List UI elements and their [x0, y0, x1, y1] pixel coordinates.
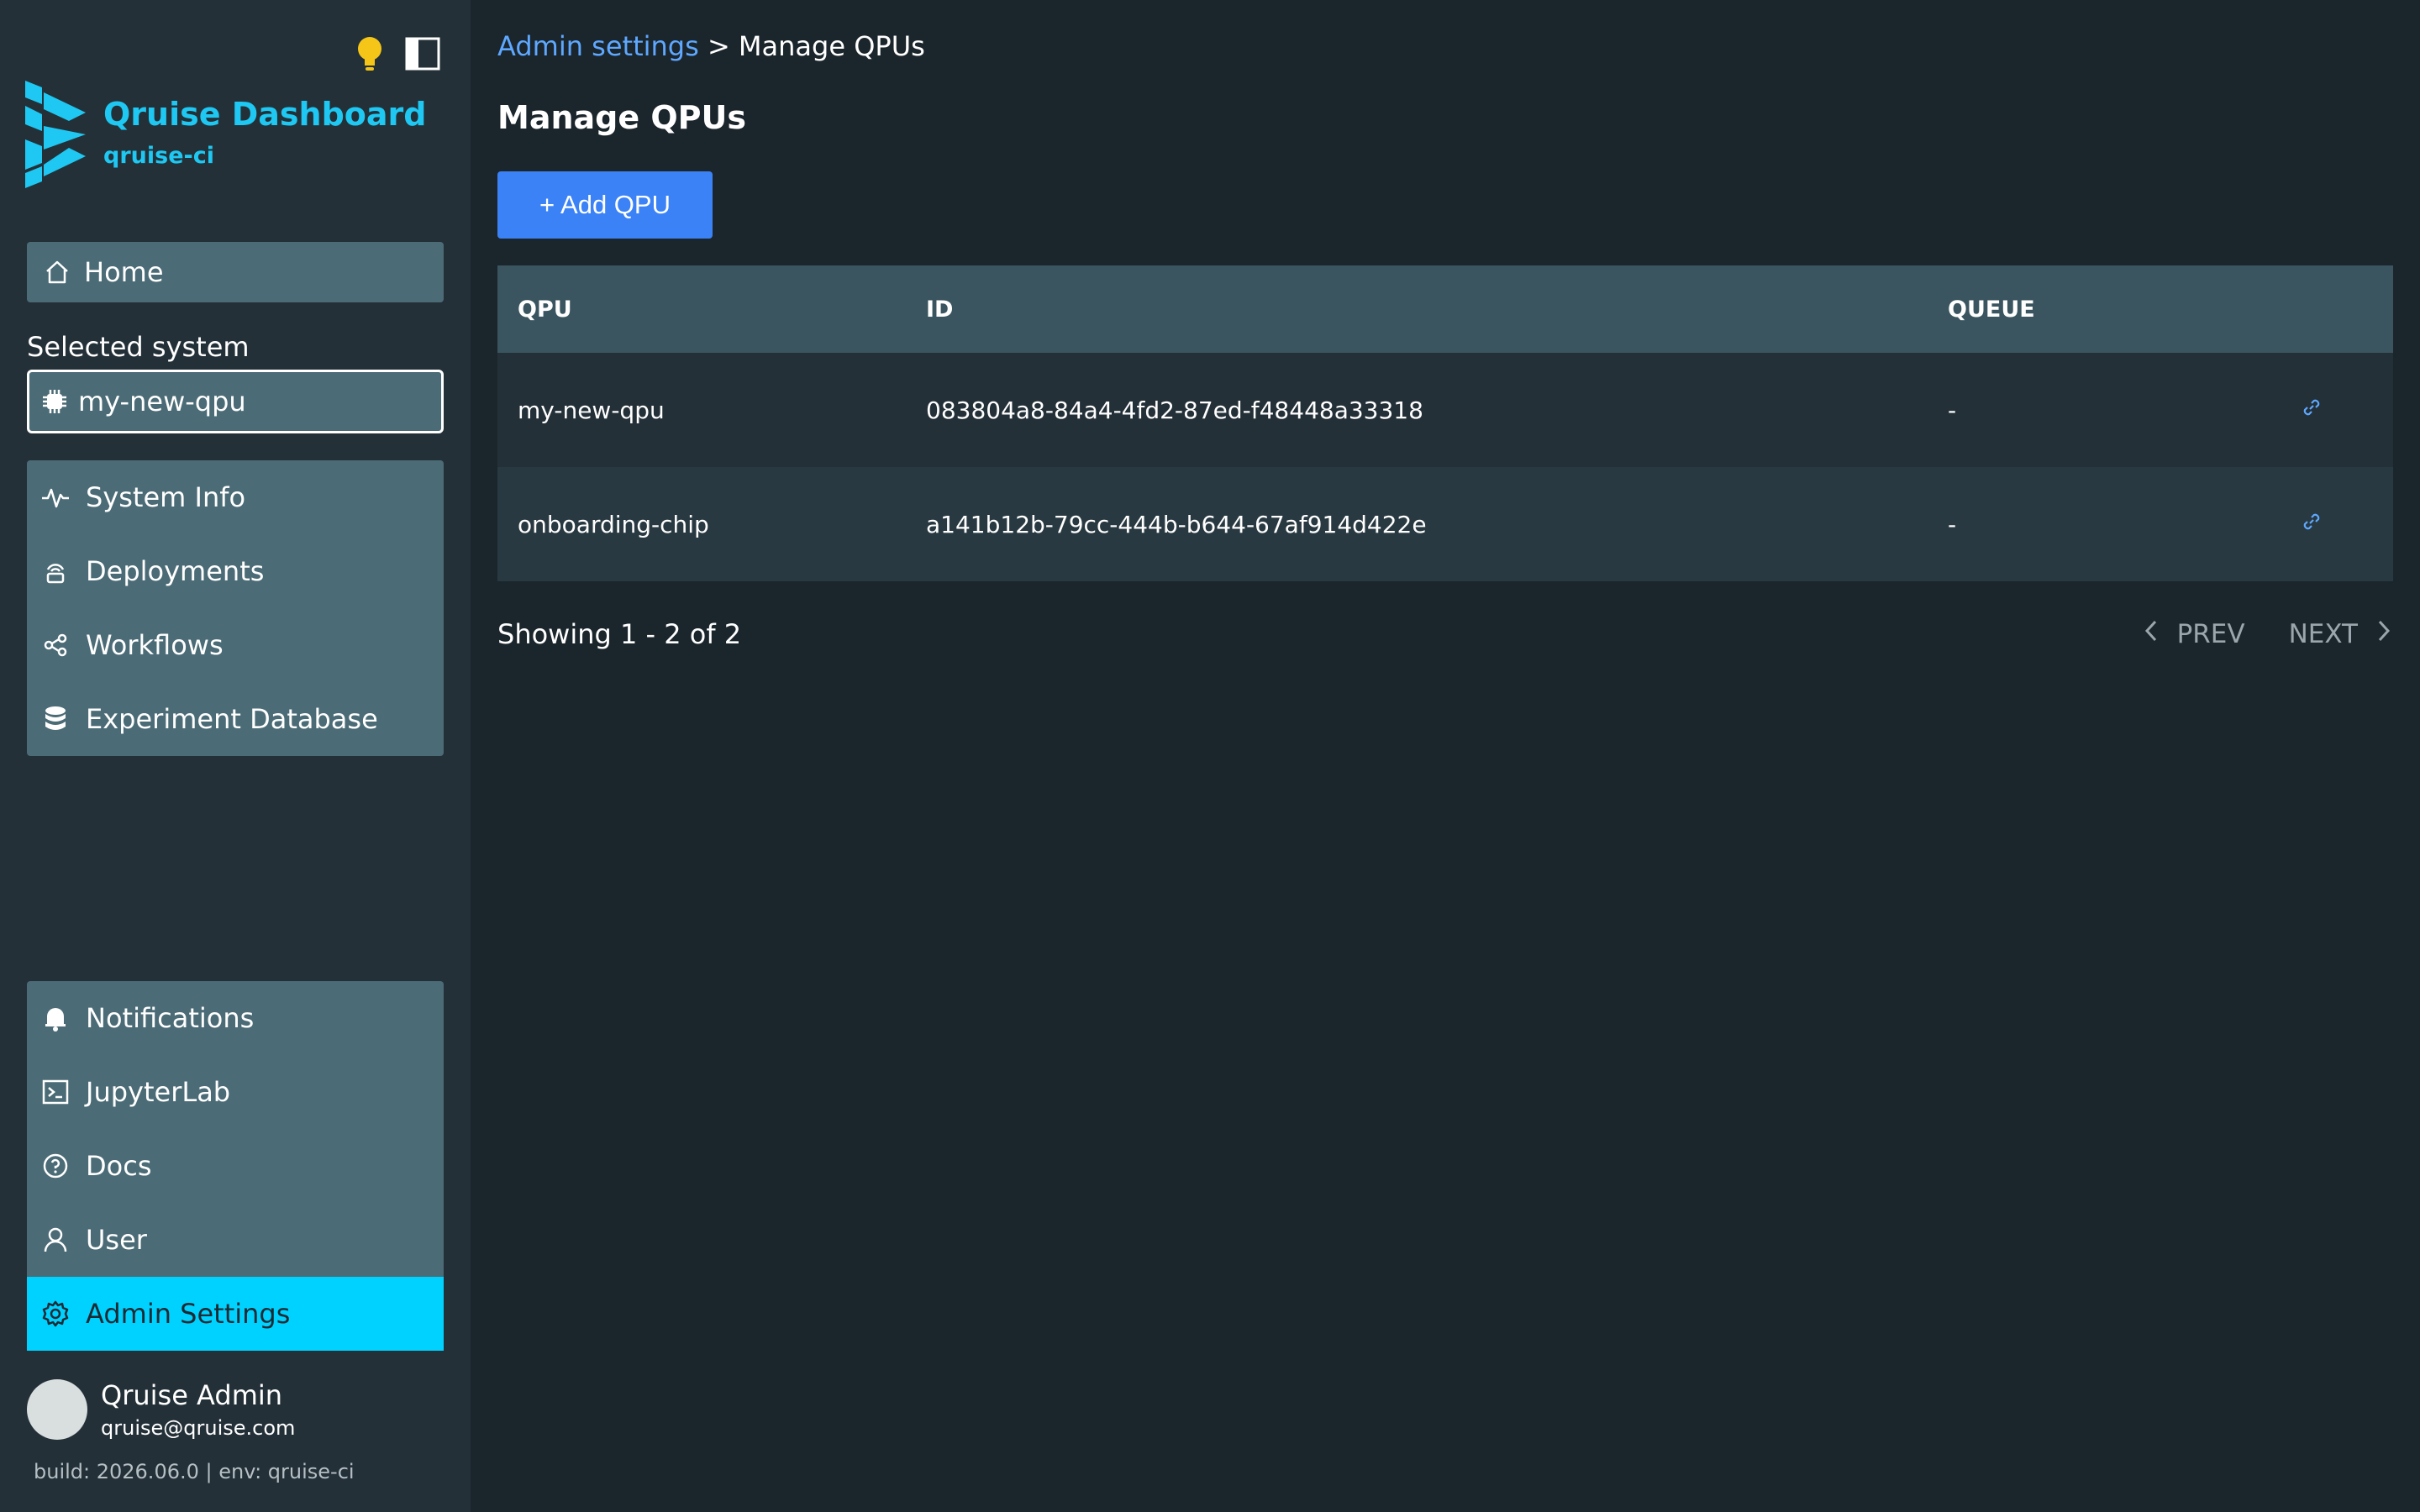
sidebar-item-jupyterlab[interactable]: JupyterLab — [27, 1055, 444, 1129]
cell-id: 083804a8-84a4-4fd2-87ed-f48448a33318 — [926, 396, 1423, 424]
user-profile[interactable]: Qruise Admin qruise@qruise.com — [27, 1379, 295, 1440]
table-header: QPU ID QUEUE — [497, 265, 2393, 353]
sidebar-item-label: Deployments — [86, 555, 265, 587]
logo[interactable]: Qruise Dashboard qruise-ci — [25, 81, 427, 192]
table-row[interactable]: onboarding-chip a141b12b-79cc-444b-b644-… — [497, 467, 2393, 581]
gear-icon — [40, 1299, 71, 1329]
build-info: build: 2026.06.0 | env: qruise-ci — [34, 1460, 355, 1483]
sidebar-item-system-info[interactable]: System Info — [27, 460, 444, 534]
home-icon — [42, 257, 72, 287]
column-header-queue[interactable]: QUEUE — [1948, 297, 2301, 323]
sidebar-item-notifications[interactable]: Notifications — [27, 981, 444, 1055]
link-icon[interactable] — [2301, 511, 2323, 538]
sidebar-item-admin-settings[interactable]: Admin Settings — [27, 1277, 444, 1351]
sidebar-item-docs[interactable]: Docs — [27, 1129, 444, 1203]
sidebar-item-label: User — [86, 1224, 147, 1256]
sidebar-item-label: Admin Settings — [86, 1298, 291, 1330]
bottom-nav-group: Notifications JupyterLab Docs User Admin… — [27, 981, 444, 1351]
chevron-right-icon[interactable] — [2375, 618, 2393, 650]
sidebar-item-home[interactable]: Home — [27, 242, 444, 302]
chip-icon — [41, 388, 68, 415]
qpu-table: QPU ID QUEUE my-new-qpu 083804a8-84a4-4f… — [497, 265, 2393, 581]
app-subtitle: qruise-ci — [103, 143, 214, 169]
activity-icon — [40, 482, 71, 512]
selected-system-label: Selected system — [27, 331, 250, 363]
help-icon — [40, 1151, 71, 1181]
bell-icon — [40, 1003, 71, 1033]
sidebar: Qruise Dashboard qruise-ci Home Selected… — [0, 0, 471, 1512]
sidebar-item-user[interactable]: User — [27, 1203, 444, 1277]
breadcrumb-current: Manage QPUs — [738, 30, 925, 62]
next-button[interactable]: NEXT — [2289, 619, 2358, 649]
sidebar-item-experiment-database[interactable]: Experiment Database — [27, 682, 444, 756]
showing-count: Showing 1 - 2 of 2 — [497, 618, 742, 650]
sidebar-item-deployments[interactable]: Deployments — [27, 534, 444, 608]
sidebar-item-label: Docs — [86, 1150, 152, 1182]
column-header-id[interactable]: ID — [926, 297, 1948, 323]
sidebar-item-workflows[interactable]: Workflows — [27, 608, 444, 682]
sidebar-toggle-icon[interactable] — [405, 37, 440, 74]
sidebar-item-label: Workflows — [86, 629, 224, 661]
system-nav-group: System Info Deployments Workflows Experi… — [27, 460, 444, 756]
sidebar-item-label: Notifications — [86, 1002, 255, 1034]
user-email: qruise@qruise.com — [101, 1416, 296, 1440]
cell-qpu: onboarding-chip — [518, 510, 709, 538]
sidebar-item-label: Home — [84, 256, 164, 288]
selected-system-select[interactable]: my-new-qpu — [27, 370, 444, 433]
cell-queue: - — [1948, 396, 1957, 424]
prev-button[interactable]: PREV — [2177, 619, 2245, 649]
table-row[interactable]: my-new-qpu 083804a8-84a4-4fd2-87ed-f4844… — [497, 353, 2393, 467]
breadcrumb-admin-settings-link[interactable]: Admin settings — [497, 30, 699, 62]
lightbulb-icon[interactable] — [353, 34, 387, 77]
user-name: Qruise Admin — [101, 1379, 283, 1411]
deploy-icon — [40, 556, 71, 586]
database-icon — [40, 704, 71, 734]
cell-id: a141b12b-79cc-444b-b644-67af914d422e — [926, 510, 1427, 538]
terminal-icon — [40, 1077, 71, 1107]
column-header-qpu[interactable]: QPU — [497, 297, 926, 323]
avatar — [27, 1379, 87, 1440]
qruise-logo-icon — [25, 81, 86, 192]
table-footer: Showing 1 - 2 of 2 PREV NEXT — [497, 618, 2393, 655]
main-content: Admin settings > Manage QPUs Manage QPUs… — [471, 0, 2420, 1512]
workflow-icon — [40, 630, 71, 660]
app-title: Qruise Dashboard — [103, 96, 427, 133]
top-icons — [353, 34, 440, 77]
pagination: PREV NEXT — [2142, 618, 2393, 650]
add-qpu-button[interactable]: + Add QPU — [497, 171, 713, 239]
cell-queue: - — [1948, 510, 1957, 538]
breadcrumb: Admin settings > Manage QPUs — [497, 30, 925, 62]
sidebar-item-label: System Info — [86, 481, 246, 513]
page-title: Manage QPUs — [497, 99, 746, 136]
sidebar-item-label: Experiment Database — [86, 703, 378, 735]
chevron-left-icon[interactable] — [2142, 618, 2160, 650]
cell-qpu: my-new-qpu — [518, 396, 665, 424]
user-icon — [40, 1225, 71, 1255]
sidebar-item-label: JupyterLab — [86, 1076, 231, 1108]
selected-system-value: my-new-qpu — [78, 386, 246, 417]
breadcrumb-separator: > — [707, 30, 730, 62]
link-icon[interactable] — [2301, 396, 2323, 424]
